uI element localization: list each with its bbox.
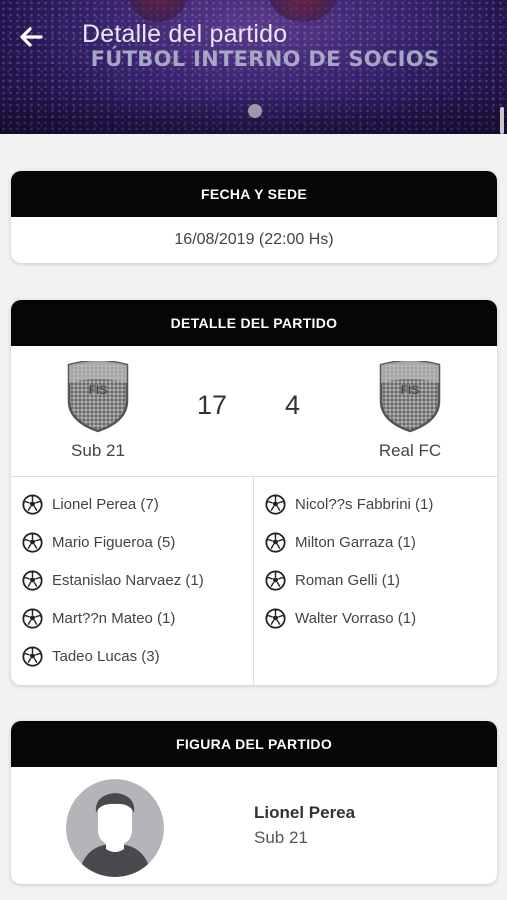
scrollbar[interactable]	[500, 107, 504, 134]
scorer-label: Walter Vorraso (1)	[295, 609, 417, 627]
away-score: 4	[285, 390, 301, 420]
player-of-match-card: FIGURA DEL PARTIDO Lionel Perea Sub 21	[11, 721, 497, 884]
scorer-label: Mario Figueroa (5)	[52, 533, 176, 551]
soccer-ball-icon	[265, 569, 286, 591]
banner-crest-left	[128, 0, 188, 22]
away-scorers-list: Nicol??s Fabbrini (1) Milton Garraza (1) R…	[254, 477, 497, 685]
scorer-label: Tadeo Lucas (3)	[52, 647, 160, 665]
match-detail-card: DETALLE DEL PARTIDO FIS Sub 21 17 4 FIS …	[11, 300, 497, 685]
soccer-ball-icon	[22, 645, 43, 667]
scorer-label: Lionel Perea (7)	[52, 495, 159, 513]
home-team-name: Sub 21	[71, 441, 125, 460]
match-date: 16/08/2019 (22:00 Hs)	[174, 231, 334, 248]
scorers-section: Lionel Perea (7) Mario Figueroa (5) Estani…	[11, 477, 497, 685]
header-banner: Detalle del partido FÚTBOL INTERNO DE SO…	[0, 0, 507, 134]
home-score: 17	[197, 390, 228, 420]
soccer-ball-icon	[265, 531, 286, 553]
scorer-item: Estanislao Narvaez (1)	[11, 561, 253, 599]
card-heading: FECHA Y SEDE	[11, 171, 497, 217]
soccer-ball-icon	[265, 607, 286, 629]
carousel-indicator[interactable]	[248, 104, 262, 118]
scorer-label: Roman Gelli (1)	[295, 571, 401, 589]
banner-crest-right	[268, 0, 338, 22]
soccer-ball-icon	[22, 531, 43, 553]
scorer-item: Mario Figueroa (5)	[11, 523, 253, 561]
player-name: Lionel Perea	[254, 803, 356, 822]
home-crest-icon: FIS	[67, 361, 129, 433]
scorer-label: Mart??n Mateo (1)	[52, 609, 176, 627]
away-team-name: Real FC	[378, 441, 442, 460]
soccer-ball-icon	[22, 493, 43, 515]
scorer-label: Estanislao Narvaez (1)	[52, 571, 204, 589]
banner-text: FÚTBOL INTERNO DE SOCIOS	[90, 47, 440, 71]
fecha-sede-card: FECHA Y SEDE 16/08/2019 (22:00 Hs)	[11, 171, 497, 263]
player-of-match-body: Lionel Perea Sub 21	[11, 767, 497, 884]
card-heading: FIGURA DEL PARTIDO	[11, 721, 497, 767]
svg-text:FIS: FIS	[401, 383, 420, 397]
scorer-label: Milton Garraza (1)	[295, 533, 416, 551]
scorer-item: Roman Gelli (1)	[254, 561, 497, 599]
soccer-ball-icon	[22, 607, 43, 629]
teams-row: FIS Sub 21 17 4 FIS Real FC	[11, 346, 497, 477]
card-heading: DETALLE DEL PARTIDO	[11, 300, 497, 346]
page-title: Detalle del partido	[82, 20, 288, 48]
scorer-item: Lionel Perea (7)	[11, 485, 253, 523]
scorer-item: Nicol??s Fabbrini (1)	[254, 485, 497, 523]
scorer-item: Walter Vorraso (1)	[254, 599, 497, 637]
soccer-ball-icon	[265, 493, 286, 515]
scorer-item: Tadeo Lucas (3)	[11, 637, 253, 675]
scorer-item: Mart??n Mateo (1)	[11, 599, 253, 637]
player-team: Sub 21	[254, 828, 308, 847]
home-scorers-list: Lionel Perea (7) Mario Figueroa (5) Estani…	[11, 477, 254, 685]
away-crest-icon: FIS	[379, 361, 441, 433]
soccer-ball-icon	[22, 569, 43, 591]
avatar-placeholder-icon	[66, 779, 164, 877]
arrow-left-icon	[20, 27, 43, 47]
svg-text:FIS: FIS	[89, 383, 108, 397]
scorer-label: Nicol??s Fabbrini (1)	[295, 495, 434, 513]
scorer-item: Milton Garraza (1)	[254, 523, 497, 561]
